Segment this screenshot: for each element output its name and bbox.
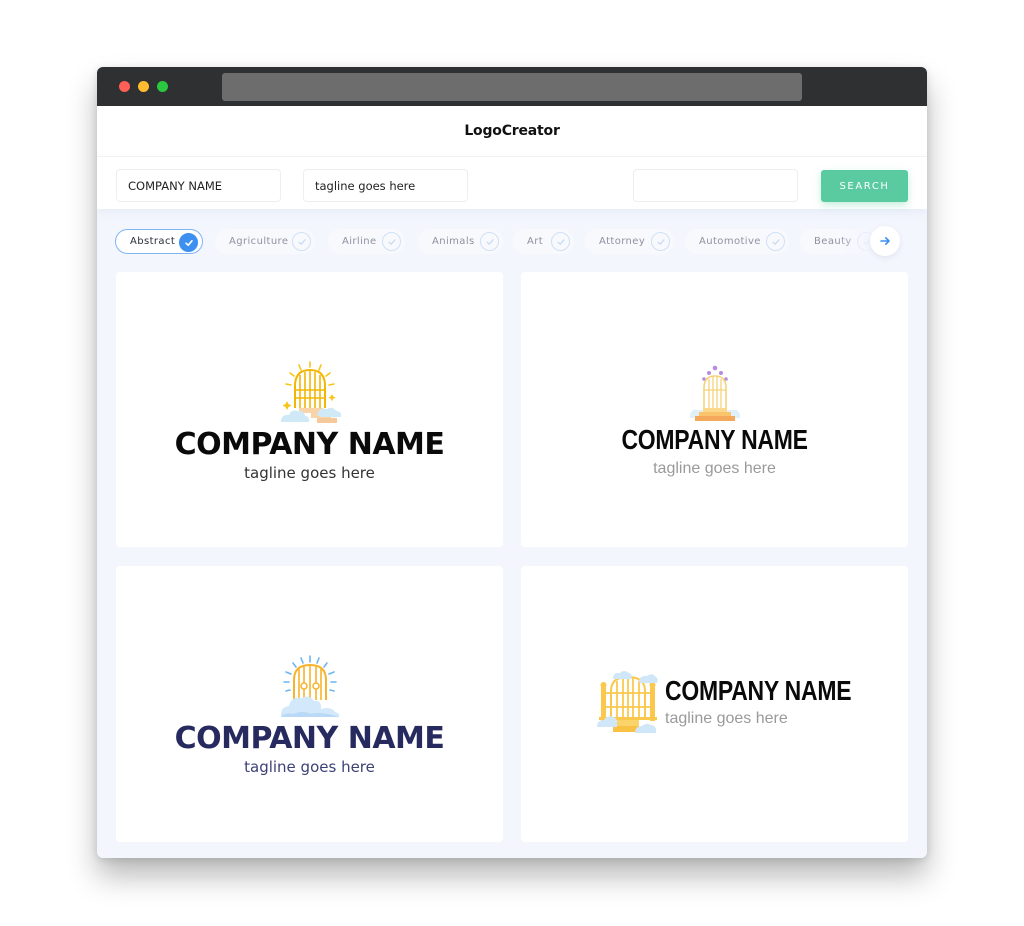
category-chip-automotive[interactable]: Automotive xyxy=(685,229,789,254)
minimize-window-button[interactable] xyxy=(138,81,149,92)
category-chip-label: Automotive xyxy=(699,236,761,247)
close-window-button[interactable] xyxy=(119,81,130,92)
category-chip-agriculture[interactable]: Agriculture xyxy=(215,229,315,254)
category-filter-bar: Abstract Agriculture Airline Animals Art xyxy=(115,228,910,256)
next-categories-button[interactable] xyxy=(870,226,900,256)
logo-company-name: COMPANY NAME xyxy=(621,424,808,455)
browser-window: LogoCreator COMPANY NAME tagline goes he… xyxy=(97,67,927,858)
logo-company-name: COMPANY NAME xyxy=(665,675,852,706)
logo-card[interactable]: COMPANY NAME tagline goes here xyxy=(116,272,503,547)
logo-company-name: COMPANY NAME xyxy=(174,721,445,756)
logo-card[interactable]: COMPANY NAME tagline goes here xyxy=(116,566,503,842)
category-chip-label: Agriculture xyxy=(229,236,289,247)
address-bar[interactable] xyxy=(222,73,802,101)
app-title: LogoCreator xyxy=(464,123,560,139)
window-titlebar xyxy=(97,67,927,106)
category-chip-label: Airline xyxy=(342,236,377,247)
category-chip-airline[interactable]: Airline xyxy=(328,229,405,254)
check-icon xyxy=(766,232,785,251)
category-chip-attorney[interactable]: Attorney xyxy=(585,229,674,254)
tagline-input[interactable]: tagline goes here xyxy=(303,169,468,202)
logo-tagline: tagline goes here xyxy=(244,464,375,482)
logo-tagline: tagline goes here xyxy=(244,758,375,776)
category-chip-art[interactable]: Art xyxy=(513,229,574,254)
category-chip-abstract[interactable]: Abstract xyxy=(115,229,203,254)
category-chip-label: Art xyxy=(527,236,544,247)
heaven-gate-fence-clouds-icon xyxy=(597,669,659,735)
app-header: LogoCreator xyxy=(97,106,927,156)
check-icon xyxy=(292,232,311,251)
logo-tagline: tagline goes here xyxy=(665,710,788,727)
heaven-gate-stairs-icon xyxy=(684,364,746,424)
category-chip-label: Animals xyxy=(432,236,475,247)
search-toolbar: COMPANY NAME tagline goes here SEARCH xyxy=(97,156,927,209)
check-icon xyxy=(480,232,499,251)
heaven-gate-sunrays-clouds-icon xyxy=(277,654,343,720)
category-chip-animals[interactable]: Animals xyxy=(418,229,503,254)
arrow-right-icon xyxy=(879,236,891,246)
keyword-search-input[interactable] xyxy=(633,169,798,202)
check-icon xyxy=(651,232,670,251)
logo-card[interactable]: COMPANY NAME tagline goes here xyxy=(521,566,908,842)
search-button[interactable]: SEARCH xyxy=(821,170,908,202)
logo-company-name: COMPANY NAME xyxy=(174,427,445,462)
company-name-input[interactable]: COMPANY NAME xyxy=(116,169,281,202)
logo-tagline: tagline goes here xyxy=(653,460,776,477)
maximize-window-button[interactable] xyxy=(157,81,168,92)
category-chip-label: Abstract xyxy=(130,236,176,247)
check-icon xyxy=(179,233,198,252)
check-icon xyxy=(382,232,401,251)
check-icon xyxy=(551,232,570,251)
logo-card[interactable]: COMPANY NAME tagline goes here xyxy=(521,272,908,547)
heaven-gate-sun-clouds-icon xyxy=(277,360,343,426)
category-chip-label: Attorney xyxy=(599,236,646,247)
